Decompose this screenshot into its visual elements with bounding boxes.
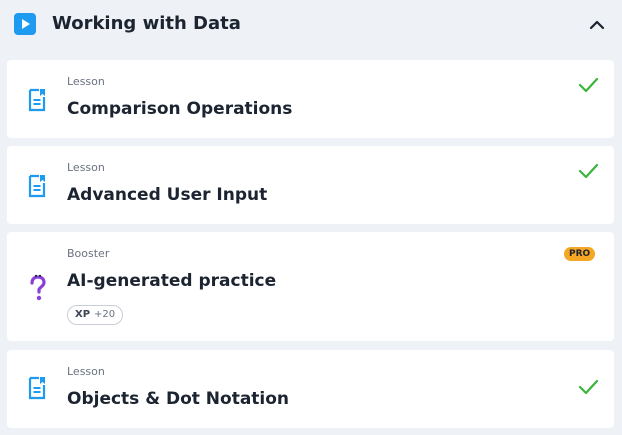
document-icon [27, 376, 47, 400]
item-type: Lesson [67, 161, 105, 174]
booster-card[interactable]: Booster PRO AI-generated practice XP +20 [7, 232, 614, 341]
lesson-card[interactable]: Lesson Comparison Operations [7, 60, 614, 138]
item-type: Lesson [67, 75, 105, 88]
check-icon [577, 74, 599, 96]
document-icon [27, 174, 47, 198]
item-type: Lesson [67, 365, 105, 378]
chevron-up-icon[interactable] [586, 14, 608, 36]
lesson-card[interactable]: Lesson Objects & Dot Notation [7, 350, 614, 428]
section-header[interactable]: Working with Data [0, 0, 622, 50]
check-icon [577, 160, 599, 182]
xp-label: XP [75, 309, 91, 320]
xp-pill: XP +20 [67, 305, 124, 325]
xp-value: +20 [94, 309, 116, 320]
item-type: Booster [67, 247, 110, 260]
item-name: AI-generated practice [67, 271, 277, 291]
play-icon[interactable] [14, 13, 36, 35]
question-mark-icon [27, 274, 49, 302]
check-icon [577, 376, 599, 398]
item-name: Advanced User Input [67, 185, 268, 205]
lesson-card[interactable]: Lesson Advanced User Input [7, 146, 614, 224]
section-title: Working with Data [52, 13, 241, 34]
pro-badge: PRO [564, 247, 596, 261]
item-name: Comparison Operations [67, 99, 293, 119]
document-icon [27, 88, 47, 112]
item-name: Objects & Dot Notation [67, 389, 290, 409]
